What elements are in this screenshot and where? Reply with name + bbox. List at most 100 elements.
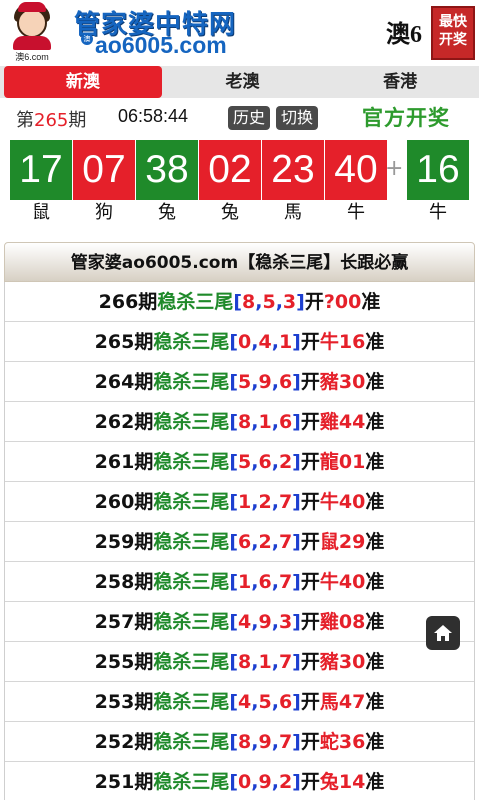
tail-digit: 1 xyxy=(258,411,272,433)
tail-digit: 4 xyxy=(258,331,272,353)
bracket-open: [ xyxy=(229,451,239,473)
open-text: 开 xyxy=(304,291,324,313)
bracket-close: ] xyxy=(292,571,301,593)
period-text: 251期 xyxy=(94,771,154,793)
period-text: 264期 xyxy=(94,371,154,393)
bracket-open: [ xyxy=(229,571,239,593)
prediction-label: 稳杀三尾 xyxy=(153,771,230,793)
accuracy-text: 准 xyxy=(365,571,385,593)
result-ball: 23 馬 xyxy=(262,140,324,226)
bracket-open: [ xyxy=(229,771,239,793)
tail-digit: 9 xyxy=(258,611,272,633)
tail-digit: 2 xyxy=(258,531,272,553)
bracket-close: ] xyxy=(292,451,301,473)
list-item: 262期稳杀三尾[8,1,6]开雞44准 xyxy=(5,402,474,442)
accuracy-text: 准 xyxy=(365,491,385,513)
tail-digit: 8 xyxy=(238,731,252,753)
period-text: 262期 xyxy=(94,411,154,433)
result-text: 牛16 xyxy=(319,331,366,353)
result-text: 雞44 xyxy=(319,411,366,433)
result-text: 馬47 xyxy=(319,691,366,713)
ball-number: 07 xyxy=(73,140,135,200)
ball-zodiac: 兔 xyxy=(221,202,239,223)
bracket-close: ] xyxy=(296,291,305,313)
digit-separator: , xyxy=(271,571,279,593)
result-text: 雞08 xyxy=(319,611,366,633)
period-text: 266期 xyxy=(98,291,158,313)
bracket-close: ] xyxy=(292,651,301,673)
result-ball: 38 兔 xyxy=(136,140,198,226)
draw-info-bar: 第265期 06:58:44 历史 切换 官方开奖 xyxy=(0,100,479,138)
list-item: 266期稳杀三尾[8,5,3]开?00准 xyxy=(5,282,474,322)
period-text: 259期 xyxy=(94,531,154,553)
accuracy-text: 准 xyxy=(365,411,385,433)
prediction-label: 稳杀三尾 xyxy=(153,491,230,513)
digit-separator: , xyxy=(271,451,279,473)
ball-number: 16 xyxy=(407,140,469,200)
tail-digit: 6 xyxy=(258,451,272,473)
accuracy-text: 准 xyxy=(365,731,385,753)
tail-digit: 7 xyxy=(278,731,293,753)
tail-digit: 6 xyxy=(278,371,293,393)
prediction-label: 稳杀三尾 xyxy=(153,571,230,593)
tab-xin-ao[interactable]: 新澳 xyxy=(4,66,162,98)
open-text: 开 xyxy=(300,531,320,553)
prediction-label: 稳杀三尾 xyxy=(153,531,230,553)
digit-separator: , xyxy=(271,411,279,433)
fastest-draw-seal: 最快 开奖 xyxy=(431,6,475,60)
tail-digit: 6 xyxy=(278,691,293,713)
result-text: 蛇36 xyxy=(319,731,366,753)
list-item: 264期稳杀三尾[5,9,6]开豬30准 xyxy=(5,362,474,402)
bracket-close: ] xyxy=(292,411,301,433)
open-text: 开 xyxy=(300,731,320,753)
result-text: 豬30 xyxy=(319,651,366,673)
prediction-label: 稳杀三尾 xyxy=(157,291,234,313)
open-text: 开 xyxy=(300,451,320,473)
mascot-tag: 澳6.com xyxy=(15,52,49,62)
tail-digit: 6 xyxy=(278,411,293,433)
mascot-logo[interactable]: 澳6.com xyxy=(4,2,62,62)
ball-number: 23 xyxy=(262,140,324,200)
official-draw-link[interactable]: 官方开奖 xyxy=(362,102,450,132)
home-button[interactable] xyxy=(426,616,460,650)
period-text: 257期 xyxy=(94,611,154,633)
prediction-list: 266期稳杀三尾[8,5,3]开?00准 265期稳杀三尾[0,4,1]开牛16准… xyxy=(4,282,475,800)
tail-digit: 3 xyxy=(282,291,297,313)
period-text: 255期 xyxy=(94,651,154,673)
result-text: 豬30 xyxy=(319,371,366,393)
digit-separator: , xyxy=(271,731,279,753)
switch-button[interactable]: 切换 xyxy=(276,106,319,130)
prediction-label: 稳杀三尾 xyxy=(153,651,230,673)
tab-lao-ao[interactable]: 老澳 xyxy=(164,66,322,98)
open-text: 开 xyxy=(300,371,320,393)
bracket-close: ] xyxy=(292,731,301,753)
result-text: 龍01 xyxy=(319,451,366,473)
open-text: 开 xyxy=(300,651,320,673)
ball-number: 17 xyxy=(10,140,72,200)
digit-separator: , xyxy=(271,371,279,393)
tab-hong-kong[interactable]: 香港 xyxy=(321,66,479,98)
open-text: 开 xyxy=(300,691,320,713)
site-domain[interactable]: ao6005.com xyxy=(95,32,227,59)
tail-digit: 3 xyxy=(278,611,293,633)
ball-zodiac: 狗 xyxy=(95,202,113,223)
result-ball: 02 兔 xyxy=(199,140,261,226)
prediction-label: 稳杀三尾 xyxy=(153,331,230,353)
accuracy-text: 准 xyxy=(365,371,385,393)
prediction-label: 稳杀三尾 xyxy=(153,691,230,713)
accuracy-text: 准 xyxy=(365,451,385,473)
list-item: 259期稳杀三尾[6,2,7]开鼠29准 xyxy=(5,522,474,562)
history-button[interactable]: 历史 xyxy=(228,106,271,130)
period-text: 260期 xyxy=(94,491,154,513)
digit-separator: , xyxy=(271,651,279,673)
digit-separator: , xyxy=(271,331,279,353)
bracket-close: ] xyxy=(292,531,301,553)
list-item: 260期稳杀三尾[1,2,7]开牛40准 xyxy=(5,482,474,522)
result-text: 兔14 xyxy=(319,771,366,793)
open-text: 开 xyxy=(300,611,320,633)
open-text: 开 xyxy=(300,331,320,353)
tail-digit: 9 xyxy=(258,371,272,393)
bracket-close: ] xyxy=(292,331,301,353)
accuracy-text: 准 xyxy=(365,611,385,633)
list-item: 257期稳杀三尾[4,9,3]开雞08准 xyxy=(5,602,474,642)
